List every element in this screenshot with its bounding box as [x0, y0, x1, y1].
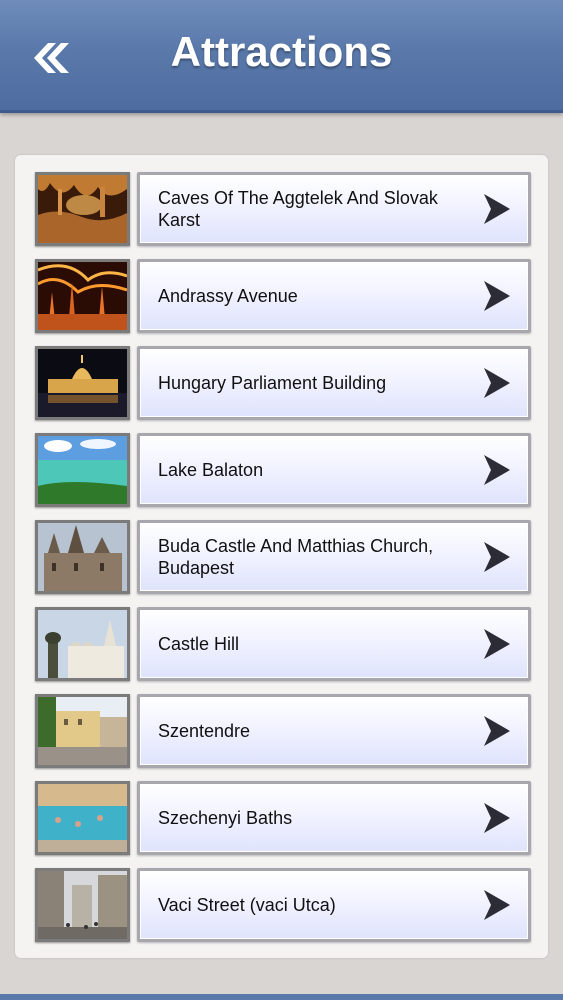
thumbnail-image[interactable]: [35, 607, 130, 681]
thumbnail-image[interactable]: [35, 172, 130, 246]
page-title: Attractions: [170, 28, 393, 75]
list-item: Caves Of The Aggtelek And Slovak Karst: [35, 172, 531, 246]
chevron-right-icon: [484, 629, 510, 659]
chevron-right-icon: [484, 281, 510, 311]
list-item: Buda Castle And Matthias Church, Budapes…: [35, 520, 531, 594]
chevron-right-icon: [484, 542, 510, 572]
attraction-button[interactable]: Vaci Street (vaci Utca): [137, 868, 531, 942]
thumbnail-image[interactable]: [35, 346, 130, 420]
attraction-button[interactable]: Hungary Parliament Building: [137, 346, 531, 420]
list-item: Andrassy Avenue: [35, 259, 531, 333]
thumbnail-image[interactable]: [35, 259, 130, 333]
attraction-button[interactable]: Szentendre: [137, 694, 531, 768]
chevron-right-icon: [484, 194, 510, 224]
thumbnail-image[interactable]: [35, 520, 130, 594]
attraction-button[interactable]: Buda Castle And Matthias Church, Budapes…: [137, 520, 531, 594]
thumbnail-image[interactable]: [35, 433, 130, 507]
chevron-right-icon: [484, 455, 510, 485]
attraction-button[interactable]: Szechenyi Baths: [137, 781, 531, 855]
list-item: Hungary Parliament Building: [35, 346, 531, 420]
list-item: Szechenyi Baths: [35, 781, 531, 855]
bottom-bar: [0, 994, 563, 1000]
attractions-list: Caves Of The Aggtelek And Slovak Karst A…: [15, 155, 548, 958]
thumbnail-image[interactable]: [35, 868, 130, 942]
chevron-right-icon: [484, 716, 510, 746]
list-item: Vaci Street (vaci Utca): [35, 868, 531, 942]
chevron-right-icon: [484, 368, 510, 398]
thumbnail-image[interactable]: [35, 781, 130, 855]
chevron-right-icon: [484, 803, 510, 833]
attraction-button[interactable]: Castle Hill: [137, 607, 531, 681]
list-item: Lake Balaton: [35, 433, 531, 507]
list-item: Castle Hill: [35, 607, 531, 681]
thumbnail-image[interactable]: [35, 694, 130, 768]
app-header: Attractions: [0, 0, 563, 113]
attraction-button[interactable]: Caves Of The Aggtelek And Slovak Karst: [137, 172, 531, 246]
attraction-button[interactable]: Lake Balaton: [137, 433, 531, 507]
attraction-button[interactable]: Andrassy Avenue: [137, 259, 531, 333]
list-item: Szentendre: [35, 694, 531, 768]
chevron-right-icon: [484, 890, 510, 920]
